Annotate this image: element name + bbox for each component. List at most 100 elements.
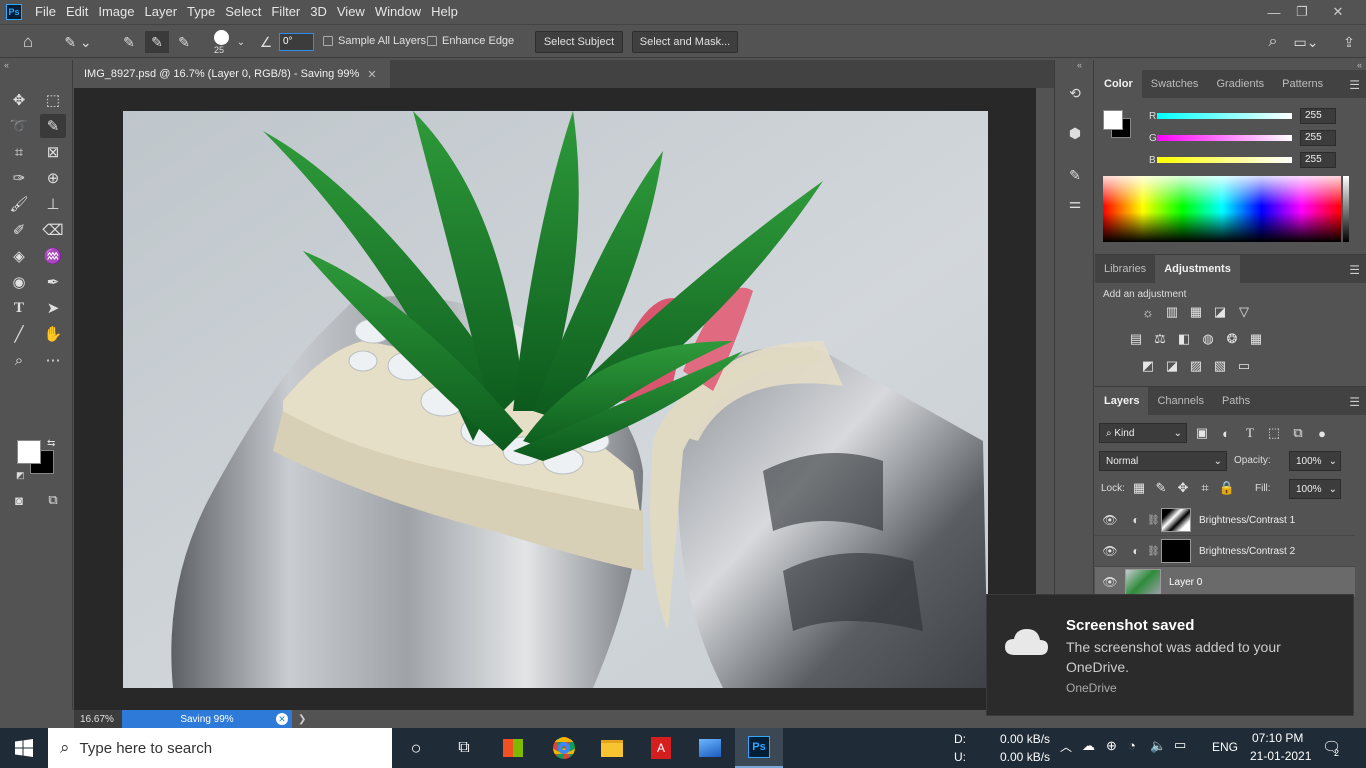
new-selection-brush-icon[interactable]: ✎ <box>118 31 140 53</box>
invert-icon[interactable]: ◩ <box>1139 357 1157 375</box>
clock-time[interactable]: 07:10 PM <box>1252 731 1303 745</box>
chevron-up-icon[interactable]: ︿ <box>1060 738 1072 755</box>
menu-type[interactable]: Type <box>182 0 220 24</box>
pen-tool-icon[interactable]: ✒ <box>40 270 66 294</box>
angle-input[interactable]: 0° <box>279 33 314 51</box>
tab-patterns[interactable]: Patterns <box>1273 70 1332 98</box>
document-tab[interactable]: IMG_8927.psd @ 16.7% (Layer 0, RGB/8) - … <box>74 60 390 88</box>
tab-channels[interactable]: Channels <box>1148 387 1212 415</box>
cancel-save-icon[interactable]: ✕ <box>276 713 288 725</box>
paint-bucket-tool-icon[interactable]: ◈ <box>6 244 32 268</box>
layer-row[interactable]: 👁 ◐ ⛓ Brightness/Contrast 2 <box>1095 536 1355 567</box>
status-menu-icon[interactable]: ❯ <box>298 714 306 725</box>
eye-icon[interactable]: 👁 <box>1095 513 1125 527</box>
screen-mode-icon[interactable]: ⧉ <box>40 488 66 512</box>
posterize-icon[interactable]: ◪ <box>1163 357 1181 375</box>
blue-slider[interactable] <box>1157 157 1292 163</box>
onedrive-notification[interactable]: Screenshot saved The screenshot was adde… <box>986 594 1354 716</box>
menu-file[interactable]: File <box>30 0 61 24</box>
workspace-icon[interactable]: ▭⌄ <box>1292 31 1320 53</box>
enhance-edge-checkbox[interactable] <box>427 36 437 46</box>
type-tool-icon[interactable]: T <box>6 296 32 320</box>
color-balance-icon[interactable]: ⚖ <box>1151 330 1169 348</box>
lock-image-icon[interactable]: ✎ <box>1152 479 1170 497</box>
close-window-button[interactable]: ✕ <box>1320 0 1356 24</box>
menu-view[interactable]: View <box>332 0 370 24</box>
menu-select[interactable]: Select <box>220 0 266 24</box>
link-icon[interactable]: ⛓ <box>1147 515 1161 526</box>
filter-smart-object-icon[interactable]: ⧉ <box>1289 424 1307 442</box>
history-icon[interactable]: ⟲ <box>1064 82 1086 104</box>
filter-kind-select[interactable]: ⌕ Kind ⌄ <box>1099 423 1187 443</box>
default-colors-icon[interactable]: ◩ <box>16 470 25 481</box>
home-icon[interactable]: ⌂ <box>16 31 40 53</box>
add-selection-brush-icon[interactable]: ✎ <box>145 31 169 53</box>
menu-image[interactable]: Image <box>93 0 139 24</box>
restore-button[interactable]: ❐ <box>1284 0 1320 24</box>
opacity-input[interactable]: 100% ⌄ <box>1289 451 1341 471</box>
red-slider[interactable] <box>1157 113 1292 119</box>
brush-size-icon[interactable] <box>212 28 230 46</box>
share-icon[interactable]: ⇪ <box>1338 31 1360 53</box>
grayscale-ramp[interactable] <box>1343 176 1349 242</box>
crop-tool-icon[interactable]: ⌗ <box>6 140 32 164</box>
zoom-tool-icon[interactable]: ⌕ <box>6 348 32 372</box>
onedrive-tray-icon[interactable]: ☁ <box>1082 738 1095 754</box>
lock-transparent-icon[interactable]: ▦ <box>1130 479 1148 497</box>
blur-tool-icon[interactable]: ♒ <box>40 244 66 268</box>
close-tab-icon[interactable]: ✕ <box>367 68 376 81</box>
subtract-selection-brush-icon[interactable]: ✎ <box>173 31 195 53</box>
menu-layer[interactable]: Layer <box>140 0 183 24</box>
menu-help[interactable]: Help <box>426 0 463 24</box>
windows-start-icon[interactable] <box>0 728 48 768</box>
acrobat-icon[interactable]: A <box>637 728 685 768</box>
battery-icon[interactable]: ▭ <box>1174 737 1186 753</box>
clone-stamp-tool-icon[interactable]: ⊥ <box>40 192 66 216</box>
brightness-contrast-icon[interactable]: ☼ <box>1139 303 1157 321</box>
tab-libraries[interactable]: Libraries <box>1095 255 1155 283</box>
link-icon[interactable]: ⛓ <box>1147 546 1161 557</box>
menu-3d[interactable]: 3D <box>305 0 332 24</box>
filter-toggle-icon[interactable]: ● <box>1313 424 1331 442</box>
foreground-color-swatch[interactable] <box>17 440 41 464</box>
layer-name[interactable]: Brightness/Contrast 1 <box>1199 515 1295 526</box>
photo-filter-icon[interactable]: ◍ <box>1199 330 1217 348</box>
file-explorer-icon[interactable] <box>588 728 636 768</box>
menu-filter[interactable]: Filter <box>266 0 305 24</box>
blend-mode-select[interactable]: Normal ⌄ <box>1099 451 1227 471</box>
eraser-tool-icon[interactable]: ⌫ <box>40 218 66 242</box>
photoshop-taskbar-icon[interactable]: Ps <box>735 728 783 768</box>
color-spectrum[interactable] <box>1103 176 1341 242</box>
gradient-map-icon[interactable]: ▭ <box>1235 357 1253 375</box>
black-white-icon[interactable]: ◧ <box>1175 330 1193 348</box>
swap-colors-icon[interactable]: ⇆ <box>47 438 55 449</box>
select-and-mask-button[interactable]: Select and Mask... <box>632 31 738 53</box>
document-image[interactable] <box>123 111 988 688</box>
3d-icon[interactable]: ⬢ <box>1064 122 1086 144</box>
layer-thumbnail[interactable] <box>1125 569 1161 595</box>
channel-mixer-icon[interactable]: ❂ <box>1223 330 1241 348</box>
cortana-icon[interactable]: ○ <box>392 728 440 768</box>
store-icon[interactable] <box>489 728 537 768</box>
threshold-icon[interactable]: ▨ <box>1187 357 1205 375</box>
menu-window[interactable]: Window <box>370 0 426 24</box>
layer-mask-thumbnail[interactable] <box>1161 539 1191 563</box>
move-tool-icon[interactable]: ✥ <box>6 88 32 112</box>
eye-icon[interactable]: 👁 <box>1095 575 1125 589</box>
filter-shape-icon[interactable]: ⬚ <box>1265 424 1283 442</box>
tab-swatches[interactable]: Swatches <box>1142 70 1208 98</box>
fill-input[interactable]: 100% ⌄ <box>1289 479 1341 499</box>
tab-adjustments[interactable]: Adjustments <box>1155 255 1240 283</box>
fg-color-chip[interactable] <box>1103 110 1123 130</box>
collapse-icon[interactable]: « <box>1357 60 1362 70</box>
search-icon[interactable]: ⌕ <box>1262 31 1284 53</box>
filter-type-icon[interactable]: T <box>1241 424 1259 442</box>
path-selection-tool-icon[interactable]: ➤ <box>40 296 66 320</box>
lock-position-icon[interactable]: ✥ <box>1174 479 1192 497</box>
color-lookup-icon[interactable]: ▦ <box>1247 330 1265 348</box>
tab-layers[interactable]: Layers <box>1095 387 1149 415</box>
spot-healing-tool-icon[interactable]: ⊕ <box>40 166 66 190</box>
filter-pixel-icon[interactable]: ▣ <box>1193 424 1211 442</box>
tool-preset-picker[interactable]: ✎ ⌄ <box>58 31 98 53</box>
menu-edit[interactable]: Edit <box>61 0 93 24</box>
